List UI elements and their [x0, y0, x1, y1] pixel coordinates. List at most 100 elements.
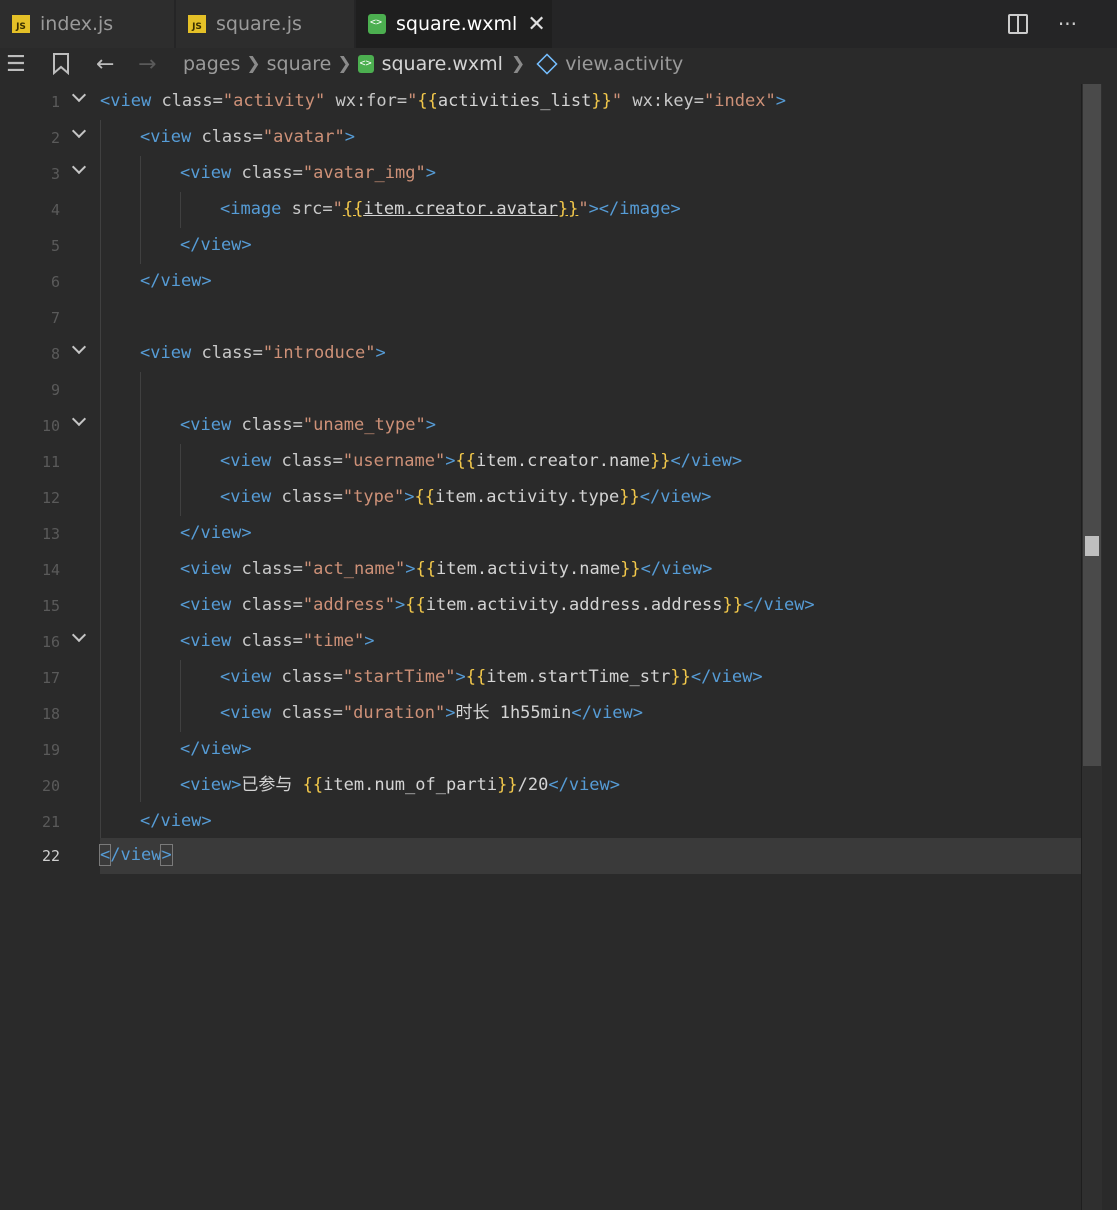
line-number: 10 [41, 417, 60, 435]
line-number: 6 [50, 273, 60, 291]
code-line: 13 </view> [0, 516, 1100, 552]
code-line: 21 </view> [0, 804, 1100, 840]
code-line: 2 <view class="avatar"> [0, 120, 1100, 156]
chevron-right-icon: ❯ [337, 54, 352, 74]
code-line: 19 </view> [0, 732, 1100, 768]
js-file-icon: JS [12, 15, 30, 33]
code-text: <view class="introduce"> [140, 343, 386, 363]
code-text: <view class="duration">时长 1h55min</view> [220, 703, 644, 723]
symbol-element-icon [536, 53, 558, 75]
code-line: 15 <view class="address">{{item.activity… [0, 588, 1100, 624]
code-line: 1 <view class="activity" wx:for="{{activ… [0, 84, 1100, 120]
line-number: 11 [41, 453, 60, 471]
line-number: 20 [41, 777, 60, 795]
code-line: 7 [0, 300, 1100, 336]
fold-chevron-icon[interactable] [72, 342, 84, 354]
line-number: 19 [41, 741, 60, 759]
tab-label: square.js [216, 13, 302, 35]
code-editor[interactable]: 1 <view class="activity" wx:for="{{activ… [0, 84, 1117, 1210]
wxml-file-icon [357, 55, 374, 73]
line-number: 5 [50, 237, 60, 255]
code-text: <view>已参与 {{item.num_of_parti}}/20</view… [180, 775, 621, 795]
code-text: <view class="act_name">{{item.activity.n… [180, 559, 713, 579]
line-number: 14 [41, 561, 60, 579]
chevron-right-icon: ❯ [510, 54, 526, 74]
code-text: <view class="startTime">{{item.startTime… [220, 667, 763, 687]
code-line: 18 <view class="duration">时长 1h55min</vi… [0, 696, 1100, 732]
scrollbar-thumb[interactable] [1083, 84, 1101, 766]
code-text: <image src="{{item.creator.avatar}}"></i… [220, 199, 681, 219]
back-arrow-icon[interactable]: ← [96, 53, 114, 77]
code-line: 10 <view class="uname_type"> [0, 408, 1100, 444]
code-text: <view class="activity" wx:for="{{activit… [100, 91, 786, 111]
line-number: 3 [50, 165, 60, 183]
code-text: <view class="uname_type"> [180, 415, 436, 435]
line-number: 4 [50, 201, 60, 219]
line-number: 12 [41, 489, 60, 507]
tab-square-js[interactable]: JS square.js [176, 0, 354, 48]
code-text: <view class="address">{{item.activity.ad… [180, 595, 815, 615]
code-text: </view> [140, 271, 212, 291]
line-number: 17 [41, 669, 60, 687]
line-number: 7 [50, 309, 60, 327]
breadcrumb-symbol[interactable]: view.activity [565, 53, 683, 75]
tab-label: square.wxml [396, 13, 518, 35]
code-text: <view class="username">{{item.creator.na… [220, 451, 743, 471]
code-line: 3 <view class="avatar_img"> [0, 156, 1100, 192]
breadcrumb-file[interactable]: square.wxml [382, 53, 503, 75]
fold-chevron-icon[interactable] [72, 90, 84, 102]
code-line: 6 </view> [0, 264, 1100, 300]
code-line: 22 </view> [0, 838, 1100, 874]
chevron-right-icon: ❯ [246, 54, 261, 74]
code-line: 4 <image src="{{item.creator.avatar}}"><… [0, 192, 1100, 228]
fold-chevron-icon[interactable] [72, 414, 84, 426]
code-line: 16 <view class="time"> [0, 624, 1100, 660]
tab-square-wxml[interactable]: square.wxml ✕ [356, 0, 552, 48]
line-number: 16 [41, 633, 60, 651]
line-number: 13 [41, 525, 60, 543]
breadcrumb: pages ❯ square ❯ square.wxml ❯ view.acti… [183, 53, 683, 75]
line-number: 8 [50, 345, 60, 363]
code-line: 9 [0, 372, 1100, 408]
forward-arrow-icon[interactable]: → [138, 53, 156, 77]
code-text: <view class="type">{{item.activity.type}… [220, 487, 712, 507]
js-file-icon: JS [188, 15, 206, 33]
breadcrumb-bar: ☰ ← → pages ❯ square ❯ square.wxml ❯ vie… [0, 48, 1117, 84]
tab-index-js[interactable]: JS index.js [0, 0, 174, 48]
breadcrumb-item[interactable]: pages [183, 53, 240, 75]
code-line: 12 <view class="type">{{item.activity.ty… [0, 480, 1100, 516]
code-line: 14 <view class="act_name">{{item.activit… [0, 552, 1100, 588]
line-number: 9 [50, 381, 60, 399]
tab-bar: JS index.js JS square.js square.wxml ✕ ·… [0, 0, 1117, 48]
fold-chevron-icon[interactable] [72, 630, 84, 642]
line-number: 1 [50, 93, 60, 111]
code-text: </view> [98, 844, 173, 866]
code-text: <view class="avatar_img"> [180, 163, 436, 183]
wxml-file-icon [368, 14, 386, 34]
code-text: <view class="time"> [180, 631, 375, 651]
code-line: 17 <view class="startTime">{{item.startT… [0, 660, 1100, 696]
split-editor-icon[interactable] [1007, 14, 1028, 34]
code-line: 11 <view class="username">{{item.creator… [0, 444, 1100, 480]
close-icon[interactable]: ✕ [527, 12, 545, 37]
code-text: </view> [180, 739, 252, 759]
outline-list-icon[interactable]: ☰ [6, 53, 26, 77]
line-number: 21 [41, 813, 60, 831]
code-text: <view class="avatar"> [140, 127, 355, 147]
fold-chevron-icon[interactable] [72, 162, 84, 174]
line-number: 15 [41, 597, 60, 615]
tab-label: index.js [40, 13, 114, 35]
cursor-position-marker [1085, 536, 1099, 556]
line-number: 22 [41, 847, 60, 865]
line-number: 2 [50, 129, 60, 147]
code-line: 5 </view> [0, 228, 1100, 264]
code-line: 8 <view class="introduce"> [0, 336, 1100, 372]
code-text: </view> [180, 235, 252, 255]
breadcrumb-item[interactable]: square [267, 53, 332, 75]
code-line: 20 <view>已参与 {{item.num_of_parti}}/20</v… [0, 768, 1100, 804]
fold-chevron-icon[interactable] [72, 126, 84, 138]
code-text: </view> [180, 523, 252, 543]
code-text: </view> [140, 811, 212, 831]
bookmark-icon[interactable] [52, 53, 70, 80]
more-actions-icon[interactable]: ··· [1058, 12, 1077, 36]
